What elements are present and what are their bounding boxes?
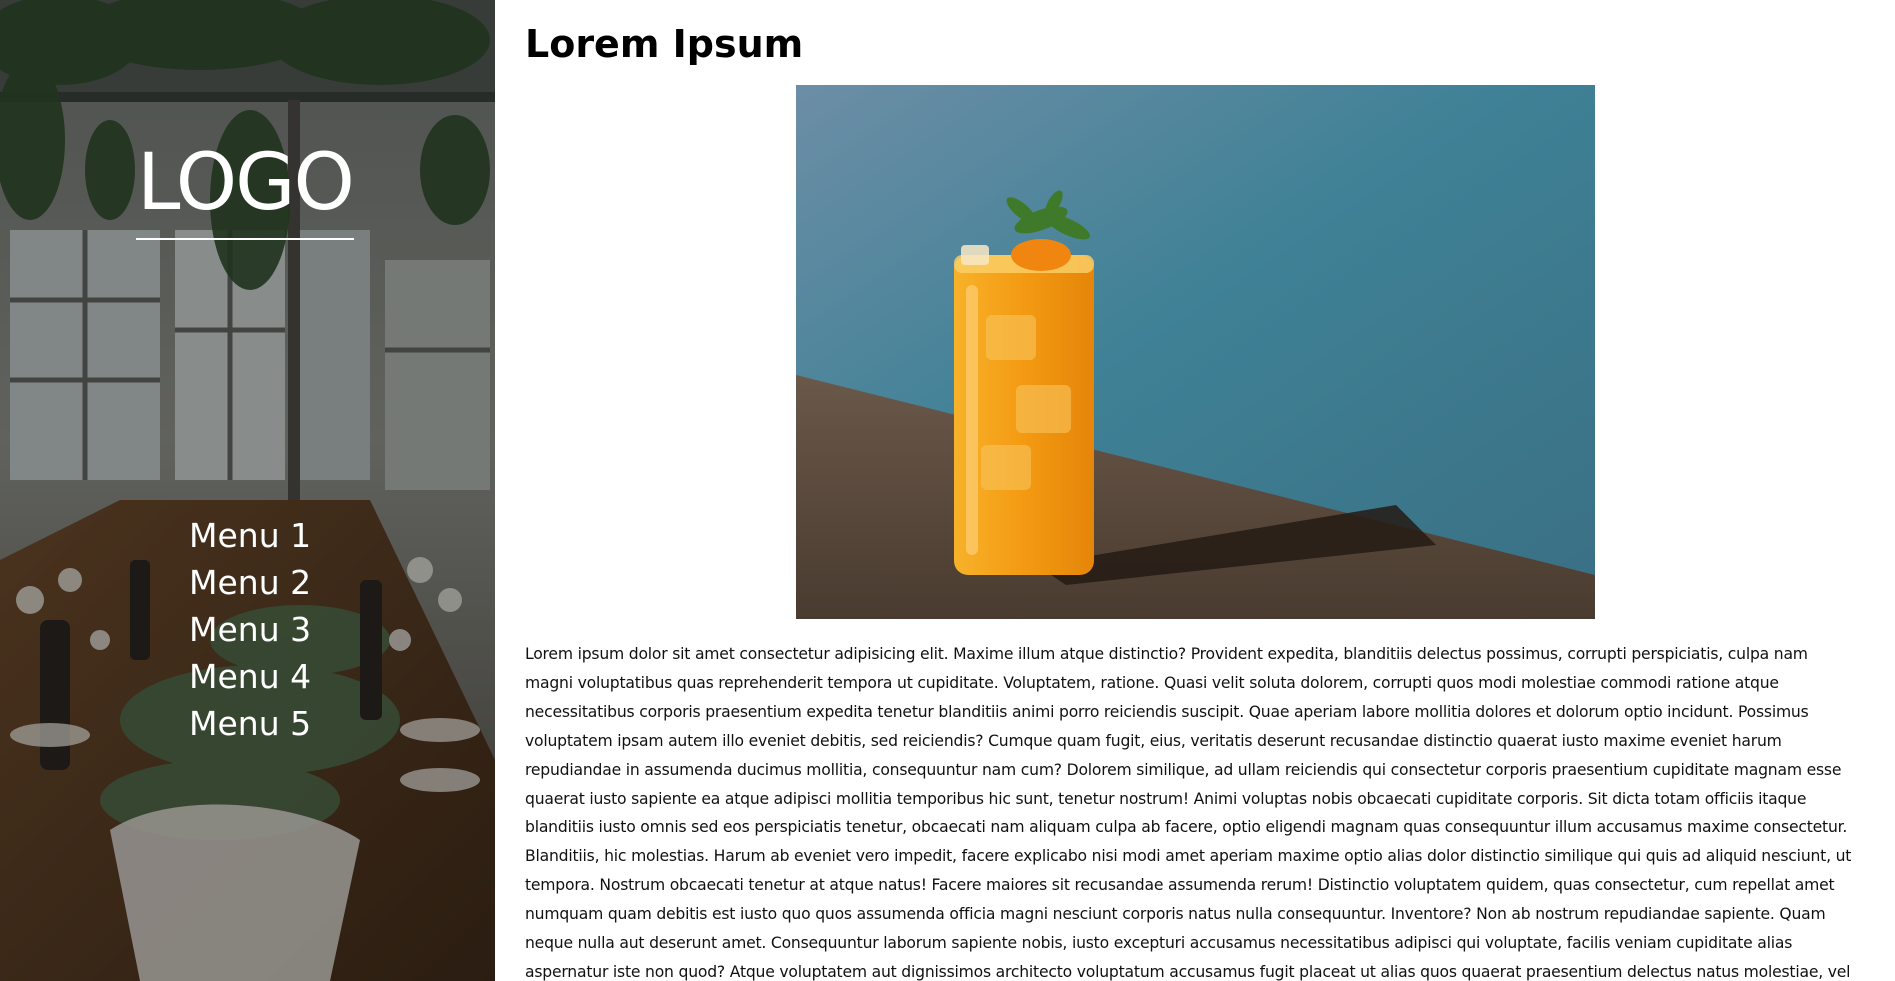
menu-item-2[interactable]: Menu 2 (189, 559, 311, 606)
menu-item-4[interactable]: Menu 4 (189, 653, 311, 700)
main-content: Lorem Ipsum Lorem ipsum dolor sit amet c… (525, 0, 1861, 981)
menu-item-3[interactable]: Menu 3 (189, 606, 311, 653)
body-paragraph: Lorem ipsum dolor sit amet consectetur a… (525, 645, 1852, 981)
hero-image (796, 85, 1595, 619)
sidebar: LOGO Menu 1 Menu 2 Menu 3 Menu 4 Menu 5 (0, 0, 495, 981)
page-title: Lorem Ipsum (525, 22, 804, 66)
cocktail-photo (796, 85, 1595, 619)
page: LOGO Menu 1 Menu 2 Menu 3 Menu 4 Menu 5 … (0, 0, 1895, 981)
logo[interactable]: LOGO (136, 138, 355, 240)
menu-item-1[interactable]: Menu 1 (189, 512, 311, 559)
menu-item-5[interactable]: Menu 5 (189, 700, 311, 747)
main-menu: Menu 1 Menu 2 Menu 3 Menu 4 Menu 5 (189, 512, 311, 747)
